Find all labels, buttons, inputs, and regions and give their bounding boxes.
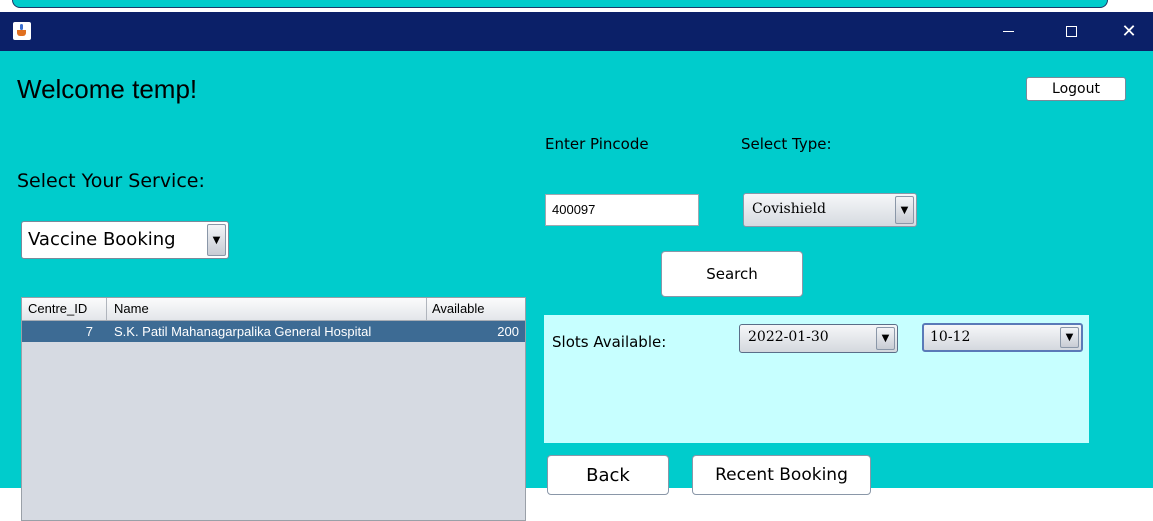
minimize-button[interactable] bbox=[985, 12, 1031, 51]
cell-centre-id: 7 bbox=[85, 324, 93, 339]
vaccine-type-select[interactable]: Covishield ▼ bbox=[743, 193, 917, 227]
chevron-down-icon[interactable]: ▼ bbox=[895, 196, 914, 224]
background-window-edge bbox=[12, 0, 1108, 8]
slots-label: Slots Available: bbox=[552, 333, 667, 351]
table-row[interactable]: 7 S.K. Patil Mahanagarpalika General Hos… bbox=[22, 321, 525, 342]
chevron-down-icon[interactable]: ▼ bbox=[876, 327, 895, 350]
service-select-value: Vaccine Booking bbox=[28, 229, 176, 250]
centres-table[interactable]: Centre_ID Name Available 7 S.K. Patil Ma… bbox=[21, 297, 526, 521]
pincode-label: Enter Pincode bbox=[545, 135, 649, 153]
minimize-icon bbox=[1002, 31, 1014, 32]
column-header-centre-id[interactable]: Centre_ID bbox=[28, 301, 87, 316]
welcome-heading: Welcome temp! bbox=[17, 74, 198, 104]
maximize-button[interactable] bbox=[1048, 12, 1094, 51]
slot-date-value: 2022-01-30 bbox=[748, 329, 829, 345]
main-panel: Welcome temp! Logout Select Your Service… bbox=[0, 51, 1153, 521]
title-bar[interactable]: ✕ bbox=[0, 12, 1153, 51]
slot-date-select[interactable]: 2022-01-30 ▼ bbox=[739, 324, 898, 353]
column-header-available[interactable]: Available bbox=[432, 301, 485, 316]
slots-panel: Slots Available: 2022-01-30 ▼ 10-12 ▼ bbox=[544, 315, 1089, 443]
vaccine-type-value: Covishield bbox=[752, 201, 826, 217]
pincode-input[interactable]: 400097 bbox=[545, 194, 699, 226]
search-button[interactable]: Search bbox=[661, 251, 803, 297]
service-select[interactable]: Vaccine Booking ▼ bbox=[21, 221, 229, 259]
java-cup-icon bbox=[13, 22, 31, 40]
chevron-down-icon[interactable]: ▼ bbox=[1060, 327, 1079, 348]
maximize-icon bbox=[1065, 26, 1077, 37]
recent-booking-button[interactable]: Recent Booking bbox=[692, 455, 871, 495]
type-label: Select Type: bbox=[741, 135, 832, 153]
slot-time-select[interactable]: 10-12 ▼ bbox=[922, 323, 1083, 352]
close-button[interactable]: ✕ bbox=[1106, 12, 1152, 51]
back-button[interactable]: Back bbox=[547, 455, 669, 495]
slot-time-value: 10-12 bbox=[930, 329, 971, 345]
cell-name: S.K. Patil Mahanagarpalika General Hospi… bbox=[114, 324, 372, 339]
column-header-name[interactable]: Name bbox=[114, 301, 149, 316]
table-header: Centre_ID Name Available bbox=[22, 298, 525, 321]
chevron-down-icon[interactable]: ▼ bbox=[207, 224, 226, 256]
desktop-strip bbox=[0, 0, 1153, 12]
cell-available: 200 bbox=[497, 324, 519, 339]
close-icon: ✕ bbox=[1121, 21, 1137, 42]
service-label: Select Your Service: bbox=[17, 170, 205, 192]
logout-button[interactable]: Logout bbox=[1026, 77, 1126, 101]
